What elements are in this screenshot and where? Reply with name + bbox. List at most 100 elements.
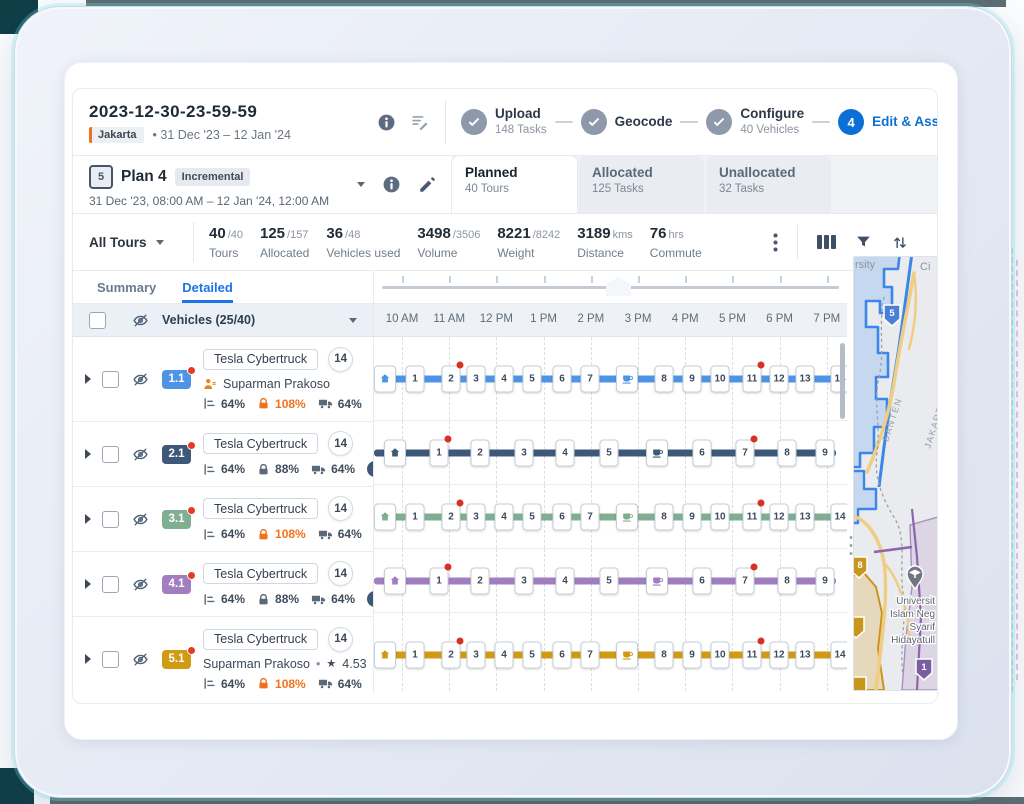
stop-chip[interactable]: 11 (742, 499, 765, 530)
tab-detailed[interactable]: Detailed (182, 280, 233, 303)
stop-chip[interactable]: 9 (682, 365, 702, 392)
stop-chip[interactable]: 8 (777, 567, 797, 594)
stop-chip[interactable]: 11 (742, 637, 765, 668)
task-count-badge[interactable]: 14 (328, 626, 354, 652)
task-count-badge[interactable]: 14 (328, 561, 354, 586)
stop-chip[interactable]: 5 (522, 503, 542, 530)
home-stop-chip[interactable] (374, 641, 396, 668)
tab-summary[interactable]: Summary (97, 280, 156, 303)
stop-chip[interactable]: 12 (769, 641, 789, 668)
break-stop-chip[interactable] (616, 503, 638, 530)
vehicle-name-box[interactable]: Tesla Cybertruck (203, 628, 319, 650)
stop-chip[interactable]: 9 (815, 439, 835, 466)
stop-chip[interactable]: 10 (710, 641, 730, 668)
stop-chip[interactable]: 6 (552, 503, 572, 530)
tab-planned[interactable]: Planned 40 Tours (452, 156, 577, 213)
stop-chip[interactable]: 14 (830, 641, 847, 668)
eye-off-icon[interactable] (132, 511, 149, 528)
row-checkbox[interactable] (102, 650, 119, 668)
task-count-badge[interactable]: 14 (328, 496, 354, 521)
stop-chip[interactable]: 6 (692, 439, 712, 466)
stop-chip[interactable]: 5 (599, 567, 619, 594)
row-checkbox[interactable] (102, 370, 119, 388)
stop-chip[interactable]: 3 (514, 439, 534, 466)
vehicle-name-box[interactable]: Tesla Cybertruck (203, 563, 319, 584)
vehicle-name-box[interactable]: Tesla Cybertruck (203, 433, 319, 454)
stop-chip[interactable]: 7 (580, 365, 600, 392)
expand-caret-icon[interactable] (85, 654, 91, 664)
task-count-badge[interactable]: 14 (328, 346, 354, 372)
stop-chip[interactable]: 8 (777, 439, 797, 466)
stop-chip[interactable]: 1 (429, 435, 452, 466)
stop-chip[interactable]: 3 (514, 567, 534, 594)
step-upload[interactable]: Upload 148 Tasks (461, 106, 547, 137)
stop-chip[interactable]: 2 (441, 637, 464, 668)
chevron-down-icon[interactable] (349, 317, 357, 323)
tab-unallocated[interactable]: Unallocated 32 Tasks (706, 156, 831, 213)
stop-chip[interactable]: 2 (470, 439, 490, 466)
stop-chip[interactable]: 8 (654, 503, 674, 530)
break-stop-chip[interactable] (616, 641, 638, 668)
stop-chip[interactable]: 3 (466, 365, 486, 392)
stop-chip[interactable]: 13 (795, 641, 815, 668)
expand-caret-icon[interactable] (85, 514, 91, 524)
expand-caret-icon[interactable] (85, 374, 91, 384)
tour-id-badge[interactable]: 2.1 (162, 440, 196, 464)
stop-chip[interactable]: 2 (441, 361, 464, 392)
home-stop-chip[interactable] (384, 567, 406, 594)
columns-icon[interactable] (817, 234, 836, 250)
eye-off-icon[interactable] (132, 446, 149, 463)
stop-chip[interactable]: 8 (654, 641, 674, 668)
stop-chip[interactable]: 4 (494, 503, 514, 530)
tour-id-badge[interactable]: 3.1 (162, 505, 196, 529)
stop-chip[interactable]: 4 (555, 567, 575, 594)
stop-chip[interactable]: 6 (552, 641, 572, 668)
eye-off-icon[interactable] (132, 371, 149, 388)
eye-off-icon[interactable] (132, 576, 149, 593)
stop-chip[interactable]: 9 (815, 567, 835, 594)
tour-filter-dropdown[interactable]: All Tours (89, 235, 193, 250)
eye-off-icon[interactable] (132, 651, 149, 668)
select-all-checkbox[interactable] (89, 311, 106, 329)
eye-off-icon[interactable] (132, 312, 149, 329)
break-stop-chip[interactable] (646, 567, 668, 594)
stop-chip[interactable]: 9 (682, 641, 702, 668)
step-configure[interactable]: Configure 40 Vehicles (706, 106, 804, 137)
stop-chip[interactable]: 1 (405, 365, 425, 392)
stop-chip[interactable]: 5 (522, 641, 542, 668)
filter-icon[interactable] (855, 234, 872, 250)
stop-chip[interactable]: 6 (692, 567, 712, 594)
plan-dropdown-caret[interactable] (357, 182, 365, 187)
stop-chip[interactable]: 13 (795, 503, 815, 530)
stop-chip[interactable]: 5 (599, 439, 619, 466)
home-stop-chip[interactable] (374, 365, 396, 392)
vertical-scrollbar[interactable] (840, 343, 845, 419)
edit-pencil-icon[interactable] (418, 176, 436, 194)
row-checkbox[interactable] (102, 575, 119, 593)
home-stop-chip[interactable] (384, 439, 406, 466)
stop-chip[interactable]: 7 (735, 563, 758, 594)
stop-chip[interactable]: 12 (769, 503, 789, 530)
expand-caret-icon[interactable] (85, 449, 91, 459)
stop-chip[interactable]: 3 (466, 641, 486, 668)
stop-chip[interactable]: 6 (552, 365, 572, 392)
sort-icon[interactable] (891, 234, 909, 251)
stop-chip[interactable]: 9 (682, 503, 702, 530)
tour-id-badge[interactable]: 5.1 (162, 645, 196, 669)
vehicle-name-box[interactable]: Tesla Cybertruck (203, 498, 319, 519)
break-stop-chip[interactable] (646, 439, 668, 466)
map-marker-gold-partial-2[interactable] (854, 676, 867, 690)
stop-chip[interactable]: 8 (654, 365, 674, 392)
stop-chip[interactable]: 14 (830, 503, 847, 530)
task-count-badge[interactable]: 14 (328, 431, 354, 456)
stop-chip[interactable]: 3 (466, 503, 486, 530)
more-badge[interactable]: +5 (367, 461, 373, 477)
stop-chip[interactable]: 4 (494, 641, 514, 668)
stop-chip[interactable]: 1 (405, 641, 425, 668)
tour-id-badge[interactable]: 4.1 (162, 570, 196, 594)
row-checkbox[interactable] (102, 445, 119, 463)
stop-chip[interactable]: 5 (522, 365, 542, 392)
stop-chip[interactable]: 4 (555, 439, 575, 466)
home-stop-chip[interactable] (374, 503, 396, 530)
vehicle-name-box[interactable]: Tesla Cybertruck (203, 348, 319, 370)
